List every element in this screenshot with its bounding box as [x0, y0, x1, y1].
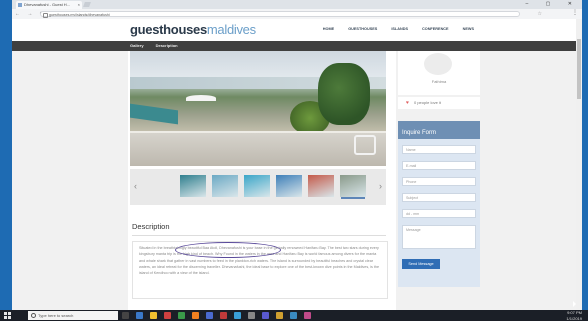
taskbar-app-icon[interactable] — [248, 312, 255, 319]
lock-icon — [43, 13, 48, 18]
taskbar-app-icon[interactable] — [150, 312, 157, 319]
nav-news[interactable]: NEWS — [463, 27, 474, 31]
scrollbar-thumb[interactable] — [577, 39, 581, 99]
site-header: guesthousesmaldives HOME GUESTHOUSES ISL… — [12, 19, 582, 41]
hero-photo[interactable] — [130, 51, 386, 166]
tab-title: Dhevanafushi - Guest H... — [24, 2, 71, 7]
nav-conference[interactable]: CONFERENCE — [422, 27, 449, 31]
photo-wall — [130, 133, 386, 166]
subnav-description[interactable]: Description — [156, 41, 178, 51]
bookmark-star-icon[interactable]: ☆ — [538, 10, 542, 18]
heart-icon: ♥ — [406, 100, 409, 106]
name-field[interactable]: Name — [402, 145, 476, 154]
taskbar-app-icon[interactable] — [220, 312, 227, 319]
date-field[interactable]: dd - mm — [402, 209, 476, 218]
taskbar-app-icon[interactable] — [192, 312, 199, 319]
nav-guesthouses[interactable]: GUESTHOUSES — [348, 27, 377, 31]
desktop-edge-left — [0, 0, 12, 310]
inquire-form: Name E-mail Phone Subject dd - mm Messag… — [398, 139, 480, 287]
description-title: Description — [132, 222, 170, 231]
nav-home[interactable]: HOME — [323, 27, 334, 31]
taskbar-app-icon[interactable] — [262, 312, 269, 319]
taskbar-app-icon[interactable] — [206, 312, 213, 319]
sub-nav: Gallery Description — [12, 41, 582, 51]
nav-islands[interactable]: ISLANDS — [391, 27, 408, 31]
thumbnail-4[interactable] — [276, 175, 302, 197]
divider — [132, 235, 386, 236]
photo-umbrella — [186, 95, 216, 101]
send-message-button[interactable]: Send Message — [402, 259, 440, 269]
window-controls[interactable]: – ▢ ✕ — [526, 0, 580, 8]
profile-name: Fathima — [431, 79, 447, 84]
taskbar-app-icon[interactable] — [304, 312, 311, 319]
desktop-edge-right — [582, 0, 588, 310]
likes-text: 0 people love it — [414, 100, 441, 105]
inquire-title: Inquire Form — [402, 130, 437, 136]
clock-date: 1/1/2019 — [566, 315, 582, 321]
taskbar-app-icon[interactable] — [136, 312, 143, 319]
clock-time: 9:07 PM — [567, 310, 582, 315]
sidebar: Fathima ♥ 0 people love it Inquire Form … — [398, 51, 480, 310]
taskbar: Type here to search 9:07 PM 1/1/2019 — [0, 310, 588, 321]
mouse-cursor-icon — [573, 301, 576, 307]
subject-field[interactable]: Subject — [402, 193, 476, 202]
thumbnail-strip: ‹ › — [130, 169, 386, 205]
main-area: ‹ › Description Situated in the breathta… — [12, 51, 582, 310]
screen: Dhevanafushi - Guest H... × – ▢ ✕ ← → ⟳ … — [0, 0, 588, 321]
taskbar-app-icon[interactable] — [122, 312, 129, 319]
content-column: ‹ › Description Situated in the breathta… — [128, 51, 396, 310]
inquire-header: Inquire Form — [398, 121, 480, 139]
browser-window: Dhevanafushi - Guest H... × – ▢ ✕ ← → ⟳ … — [12, 0, 582, 310]
url-text: guesthouses.mv/islands/dhevanafushi — [49, 13, 110, 17]
taskbar-app-icon[interactable] — [276, 312, 283, 319]
start-button[interactable] — [4, 312, 11, 319]
highlight-annotation — [175, 242, 281, 258]
thumbnail-5[interactable] — [308, 175, 334, 197]
taskbar-app-icon[interactable] — [178, 312, 185, 319]
browser-menu-icon[interactable]: ⋮ — [572, 9, 578, 18]
new-tab-button[interactable] — [83, 2, 91, 7]
site-logo[interactable]: guesthousesmaldives — [130, 22, 256, 38]
page-scrollbar[interactable] — [576, 19, 582, 310]
photo-chair — [354, 135, 376, 155]
email-field[interactable]: E-mail — [402, 161, 476, 170]
thumbnail-1[interactable] — [180, 175, 206, 197]
logo-part-1: guesthouses — [130, 22, 207, 37]
taskbar-app-icon[interactable] — [164, 312, 171, 319]
url-input[interactable]: guesthouses.mv/islands/dhevanafushi — [40, 11, 520, 18]
top-nav: HOME GUESTHOUSES ISLANDS CONFERENCE NEWS — [323, 27, 474, 31]
thumbnail-2[interactable] — [212, 175, 238, 197]
subnav-gallery[interactable]: Gallery — [130, 41, 144, 51]
system-tray[interactable]: 9:07 PM 1/1/2019 — [566, 310, 582, 321]
browser-tab[interactable]: Dhevanafushi - Guest H... × — [16, 1, 82, 9]
tab-bar: Dhevanafushi - Guest H... × – ▢ ✕ — [12, 0, 582, 9]
next-arrow-icon[interactable]: › — [379, 181, 382, 191]
profile-card: Fathima — [398, 51, 480, 95]
taskbar-app-icon[interactable] — [290, 312, 297, 319]
message-field[interactable]: Message — [402, 225, 476, 249]
photo-tree — [318, 63, 370, 125]
search-placeholder: Type here to search — [38, 313, 74, 318]
prev-arrow-icon[interactable]: ‹ — [134, 181, 137, 191]
taskbar-search[interactable]: Type here to search — [28, 311, 118, 320]
phone-field[interactable]: Phone — [402, 177, 476, 186]
photo-roof — [130, 103, 178, 125]
favicon-icon — [18, 3, 22, 7]
thumbnail-3[interactable] — [244, 175, 270, 197]
close-tab-icon[interactable]: × — [78, 1, 80, 9]
description-box: Situated in the breathtakingly beautiful… — [132, 241, 388, 299]
taskbar-app-icon[interactable] — [234, 312, 241, 319]
search-icon — [31, 313, 36, 318]
likes-box[interactable]: ♥ 0 people love it — [398, 97, 480, 109]
avatar — [424, 53, 452, 75]
logo-part-2: maldives — [206, 22, 256, 37]
thumbnail-6[interactable] — [340, 175, 366, 197]
taskbar-apps — [122, 312, 311, 319]
